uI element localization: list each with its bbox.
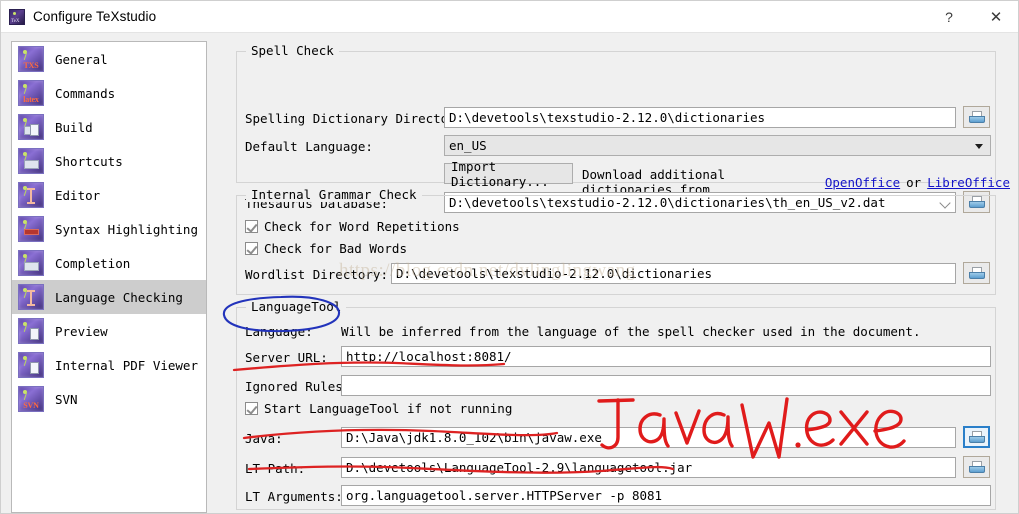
lt-language-label: Language:: [245, 324, 313, 339]
lt-arguments-label: LT Arguments:: [245, 489, 343, 504]
sidebar-item-editor[interactable]: Editor: [12, 178, 206, 212]
pdf-viewer-icon: [18, 352, 44, 378]
checkbox-icon: [245, 220, 258, 233]
texstudio-icon: [9, 8, 25, 25]
start-languagetool-checkbox[interactable]: Start LanguageTool if not running: [245, 401, 512, 416]
sidebar-item-label: Completion: [55, 255, 131, 271]
check-bad-words-checkbox[interactable]: Check for Bad Words: [245, 241, 407, 256]
check-word-repetitions-label: Check for Word Repetitions: [264, 219, 460, 234]
libreoffice-link[interactable]: LibreOffice: [927, 175, 1010, 190]
server-url-input[interactable]: http://localhost:8081/: [341, 346, 991, 367]
sidebar-item-completion[interactable]: Completion: [12, 246, 206, 280]
sidebar-item-preview[interactable]: Preview: [12, 314, 206, 348]
start-languagetool-label: Start LanguageTool if not running: [264, 401, 513, 416]
ignored-rules-input[interactable]: [341, 375, 991, 396]
sidebar-item-label: Shortcuts: [55, 153, 123, 169]
sidebar-item-label: Editor: [55, 187, 101, 203]
svn-icon: SVN: [18, 386, 44, 412]
browse-folder-icon: [968, 111, 985, 123]
checkbox-icon: [245, 402, 258, 415]
lt-path-browse-button[interactable]: [963, 456, 990, 478]
internal-grammar-check-group-title: Internal Grammar Check: [246, 187, 422, 202]
lt-arguments-input[interactable]: org.languagetool.server.HTTPServer -p 80…: [341, 485, 991, 506]
settings-content-pane: Spell Check Spelling Dictionary Director…: [215, 37, 1010, 513]
java-label: Java:: [245, 431, 283, 446]
wordlist-directory-label: Wordlist Directory:: [245, 267, 388, 282]
java-input[interactable]: D:\Java\jdk1.8.0_102\bin\javaw.exe: [341, 427, 956, 448]
ignored-rules-label: Ignored Rules:: [245, 379, 351, 394]
java-browse-button[interactable]: [963, 426, 990, 448]
sidebar-item-label: Preview: [55, 323, 108, 339]
spelling-dictionary-directories-input[interactable]: D:\devetools\texstudio-2.12.0\dictionari…: [444, 107, 956, 128]
sidebar-item-label: Commands: [55, 85, 116, 101]
check-bad-words-label: Check for Bad Words: [264, 241, 407, 256]
chevron-down-icon: [975, 144, 983, 149]
highlight-icon: [18, 216, 44, 242]
settings-category-list[interactable]: TXS General latex Commands Build Shortcu…: [11, 41, 207, 513]
configure-texstudio-dialog: Configure TeXstudio ? ✕ TXS General late…: [0, 0, 1019, 514]
completion-icon: [18, 250, 44, 276]
or-text: or: [906, 174, 922, 190]
lt-language-hint: Will be inferred from the language of th…: [341, 324, 921, 339]
window-controls: ? ✕: [926, 1, 1018, 32]
check-word-repetitions-checkbox[interactable]: Check for Word Repetitions: [245, 219, 460, 234]
languagetool-group-title: LanguageTool: [246, 299, 347, 314]
keyboard-icon: [18, 148, 44, 174]
lt-path-input[interactable]: D:\devetools\LanguageTool-2.9\languageto…: [341, 457, 956, 478]
title-bar: Configure TeXstudio ? ✕: [1, 1, 1018, 32]
sidebar-item-shortcuts[interactable]: Shortcuts: [12, 144, 206, 178]
browse-folder-icon: [968, 267, 985, 279]
openoffice-link[interactable]: OpenOffice: [825, 175, 900, 190]
lt-path-label: LT Path:: [245, 461, 306, 476]
sidebar-item-label: Syntax Highlighting: [55, 221, 198, 237]
default-language-select[interactable]: en_US: [444, 135, 991, 156]
sidebar-item-language-checking[interactable]: Language Checking: [12, 280, 206, 314]
wordlist-directory-browse-button[interactable]: [963, 262, 990, 284]
sidebar-item-label: Build: [55, 119, 93, 135]
window-title: Configure TeXstudio: [33, 9, 157, 24]
titlebar-divider: [1, 32, 1018, 33]
latex-icon: latex: [18, 80, 44, 106]
build-icon: [18, 114, 44, 140]
spell-check-group-title: Spell Check: [246, 43, 339, 58]
sidebar-item-svn[interactable]: SVN SVN: [12, 382, 206, 416]
default-language-label: Default Language:: [245, 139, 373, 154]
server-url-label: Server URL:: [245, 350, 328, 365]
sidebar-item-label: SVN: [55, 391, 78, 407]
sidebar-item-label: Internal PDF Viewer: [55, 357, 198, 373]
language-icon: [18, 284, 44, 310]
default-language-value: en_US: [449, 138, 487, 153]
browse-folder-icon: [968, 431, 985, 443]
sidebar-item-label: General: [55, 51, 108, 67]
close-button[interactable]: ✕: [972, 1, 1018, 32]
sidebar-item-internal-pdf-viewer[interactable]: Internal PDF Viewer: [12, 348, 206, 382]
sidebar-item-label: Language Checking: [55, 289, 183, 305]
import-dictionary-button[interactable]: Import Dictionary...: [444, 159, 573, 189]
sidebar-item-syntax-highlighting[interactable]: Syntax Highlighting: [12, 212, 206, 246]
sidebar-item-general[interactable]: TXS General: [12, 42, 206, 76]
sidebar-item-build[interactable]: Build: [12, 110, 206, 144]
txs-icon: TXS: [18, 46, 44, 72]
wordlist-directory-input[interactable]: D:\devetools\texstudio-2.12.0\dictionari…: [391, 263, 956, 284]
sidebar-item-commands[interactable]: latex Commands: [12, 76, 206, 110]
spelling-dictionary-directories-browse-button[interactable]: [963, 106, 990, 128]
help-button[interactable]: ?: [926, 1, 972, 32]
text-cursor-icon: [18, 182, 44, 208]
browse-folder-icon: [968, 461, 985, 473]
checkbox-icon: [245, 242, 258, 255]
preview-icon: [18, 318, 44, 344]
